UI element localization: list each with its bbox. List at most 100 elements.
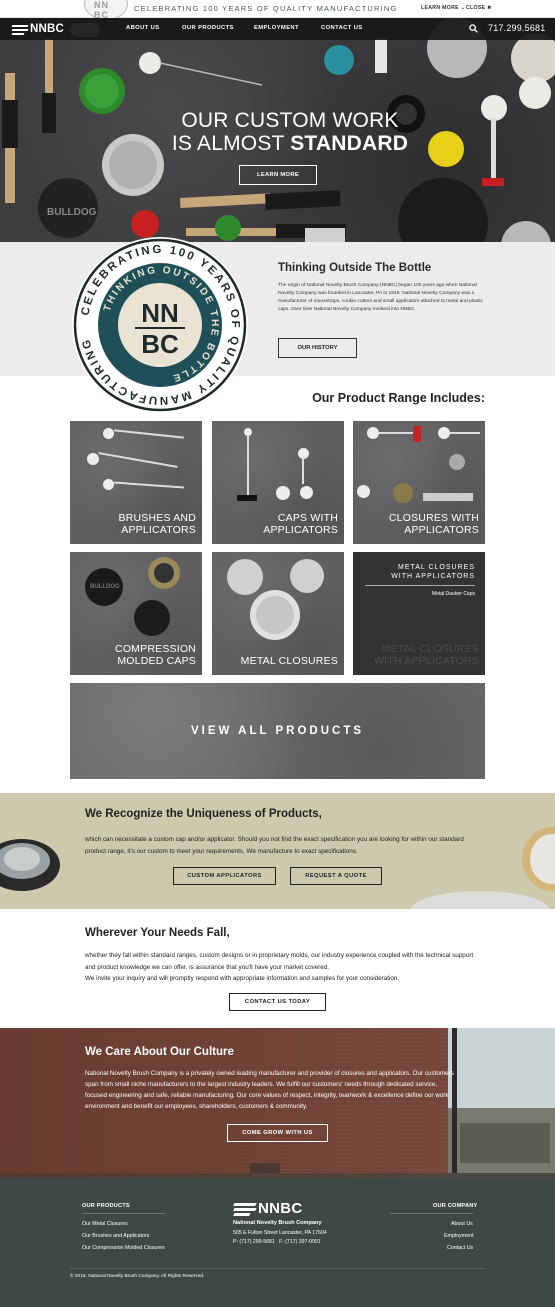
nav-about-us[interactable]: ABOUT US — [126, 25, 159, 31]
culture-section: We Care About Our Culture National Novel… — [0, 1028, 555, 1178]
nav-contact-us[interactable]: CONTACT US — [321, 25, 363, 31]
footer-link-brushes-applicators[interactable]: Our Brushes and Applicators — [82, 1233, 149, 1239]
tile-caps-applicators[interactable]: CAPS WITH APPLICATORS — [212, 421, 344, 544]
announcement-bar: NN BC CELEBRATING 100 YEARS OF QUALITY M… — [0, 0, 555, 20]
learn-more-label: LEARN MORE — [421, 5, 459, 11]
tile-metal-closures[interactable]: METAL CLOSURES — [212, 552, 344, 675]
wherever-body-para2: We invite your inquiry and will promptly… — [85, 975, 400, 982]
footer-fax: F: (717) 397-0991 — [279, 1239, 321, 1245]
bulldog-jar-label: BULLDOG — [47, 207, 97, 218]
hero-banner: BULLDOG OUR CUSTOM WORK IS ALMOST STANDA… — [0, 18, 555, 242]
announcement-message: CELEBRATING 100 YEARS OF QUALITY MANUFAC… — [134, 4, 398, 13]
come-grow-with-us-button[interactable]: COME GROW WITH US — [227, 1124, 328, 1142]
tile-label-line1: CAPS WITH — [277, 512, 338, 524]
learn-more-dropdown[interactable]: LEARN MORE ⌄ — [421, 5, 465, 11]
hover-title-line1: METAL CLOSURES — [397, 564, 475, 571]
nav-employment[interactable]: EMPLOYMENT — [254, 25, 299, 31]
custom-products-section: We Recognize the Uniqueness of Products,… — [0, 793, 555, 909]
wherever-body: whether they fall within standard ranges… — [85, 950, 475, 985]
footer-company-heading: OUR COMPANY — [433, 1203, 478, 1209]
tile-label: METAL CLOSURES — [218, 655, 338, 667]
footer-company-name: National Novelty Brush Company — [233, 1220, 322, 1226]
view-all-products-banner[interactable]: VIEW ALL PRODUCTS — [70, 683, 485, 779]
footer-products-divider — [82, 1213, 165, 1214]
tile-label-line1: CLOSURES WITH — [388, 512, 479, 524]
seal-text: NN BC — [94, 0, 109, 20]
nav-our-products[interactable]: OUR PRODUCTS — [182, 25, 234, 31]
tile-label-line2: APPLICATORS — [121, 524, 196, 536]
tile-label-line2: MOLDED CAPS — [117, 655, 196, 667]
recognize-body: which can necessitate a custom cap and/o… — [85, 836, 464, 855]
hero-headline-regular: IS ALMOST — [171, 132, 291, 155]
hero-learn-more-button[interactable]: LEARN MORE — [239, 165, 317, 185]
view-all-products-label: VIEW ALL PRODUCTS — [190, 725, 365, 737]
tile-label-line2: WITH APPLICATORS — [374, 655, 479, 667]
tile-label-line2: APPLICATORS — [263, 524, 338, 536]
product-range-heading: Our Product Range Includes: — [312, 391, 485, 405]
footer-link-about-us[interactable]: About Us — [451, 1221, 473, 1227]
centennial-badge: CELEBRATING 100 YEARS OF QUALITY MANUFAC… — [72, 237, 248, 413]
close-icon: ✖ — [487, 5, 492, 11]
history-body: The origin of National Novelty Brush Com… — [278, 283, 483, 312]
badge-monogram-top: NN — [141, 298, 179, 328]
footer-link-compression-closures[interactable]: Our Compression Molded Closures — [82, 1245, 165, 1251]
anniversary-seal-icon: NN BC — [84, 0, 128, 20]
footer-company-divider — [390, 1213, 473, 1214]
nnbc-logo[interactable]: NNBC — [11, 22, 65, 36]
footer-link-employment[interactable]: Employment — [444, 1233, 473, 1239]
footer-bottom-divider — [70, 1268, 485, 1269]
compression-cap-label: BULLDOG — [90, 584, 120, 590]
footer-nnbc-logo[interactable]: NNBC — [233, 1200, 303, 1217]
tile-label-line1: BRUSHES AND — [118, 512, 196, 524]
culture-title: We Care About Our Culture — [85, 1046, 234, 1058]
tile-label-line2: APPLICATORS — [404, 524, 479, 536]
tile-hover-divider — [365, 585, 475, 586]
logo-text: NNBC — [30, 23, 65, 35]
hover-title-line2: WITH APPLICATORS — [391, 573, 475, 580]
close-announcement-button[interactable]: CLOSE ✖ — [466, 5, 492, 11]
footer-phone-fax: P: (717) 299-5681 F: (717) 397-0991 — [233, 1239, 321, 1245]
tile-label: CAPS WITH APPLICATORS — [218, 512, 338, 536]
main-navigation: NNBC ABOUT US OUR PRODUCTS EMPLOYMENT CO… — [0, 18, 555, 40]
hero-headline-line2: IS ALMOST STANDARD — [140, 133, 440, 155]
our-history-button[interactable]: OUR HISTORY — [278, 338, 357, 358]
tile-brushes-applicators[interactable]: BRUSHES AND APPLICATORS — [70, 421, 202, 544]
nav-phone-number[interactable]: 717.299.5681 — [488, 23, 545, 33]
logo-stripes-icon — [233, 1202, 257, 1216]
site-footer: OUR PRODUCTS Our Metal Closures Our Brus… — [0, 1178, 555, 1307]
tile-label: BRUSHES AND APPLICATORS — [76, 512, 196, 536]
wherever-title: Wherever Your Needs Fall, — [85, 927, 230, 939]
close-label: CLOSE — [466, 5, 486, 11]
tile-label-line1: METAL CLOSURES — [381, 643, 479, 655]
hero-headline-line1: OUR CUSTOM WORK — [181, 109, 399, 132]
footer-link-contact-us[interactable]: Contact Us — [447, 1245, 473, 1251]
search-icon[interactable] — [469, 24, 478, 33]
tile-label-line1: METAL CLOSURES — [240, 655, 338, 667]
logo-stripes-icon — [11, 24, 29, 35]
chevron-down-icon: ⌄ — [460, 5, 466, 11]
recognize-title: We Recognize the Uniqueness of Products, — [85, 808, 322, 820]
tile-hover-title: METAL CLOSURES WITH APPLICATORS — [361, 563, 475, 581]
tile-label: METAL CLOSURES WITH APPLICATORS — [359, 643, 479, 667]
tile-label: CLOSURES WITH APPLICATORS — [359, 512, 479, 536]
tile-label-line1: COMPRESSION — [115, 643, 196, 655]
footer-link-metal-closures[interactable]: Our Metal Closures — [82, 1221, 128, 1227]
tile-metal-closures-applicators[interactable]: METAL CLOSURES WITH APPLICATORS Metal Dau… — [353, 552, 485, 675]
tile-hover-sublink[interactable]: Metal Dauber Caps — [432, 591, 475, 597]
custom-applicators-button[interactable]: CUSTOM APPLICATORS — [173, 867, 276, 885]
tile-label: COMPRESSION MOLDED CAPS — [76, 643, 196, 667]
tile-closures-applicators[interactable]: CLOSURES WITH APPLICATORS — [353, 421, 485, 544]
contact-us-today-button[interactable]: CONTACT US TODAY — [229, 993, 326, 1011]
badge-monogram-bottom: BC — [141, 329, 179, 359]
footer-copyright: © 2016, National Novelty Brush Company. … — [70, 1274, 205, 1279]
footer-address: 505 E Fulton Street Lancaster, PA 17604 — [233, 1230, 327, 1236]
culture-body: National Novelty Brush Company is a priv… — [85, 1070, 454, 1110]
footer-phone[interactable]: P: (717) 299-5681 — [233, 1239, 275, 1245]
wherever-body-para1: whether they fall within standard ranges… — [85, 952, 474, 971]
hero-headline-bold: STANDARD — [290, 132, 409, 155]
footer-logo-text: NNBC — [258, 1200, 303, 1217]
request-quote-button[interactable]: REQUEST A QUOTE — [290, 867, 382, 885]
footer-products-heading: OUR PRODUCTS — [82, 1203, 130, 1209]
tile-compression-molded-caps[interactable]: BULLDOG COMPRESSION MOLDED CAPS — [70, 552, 202, 675]
history-title: Thinking Outside The Bottle — [278, 262, 432, 274]
